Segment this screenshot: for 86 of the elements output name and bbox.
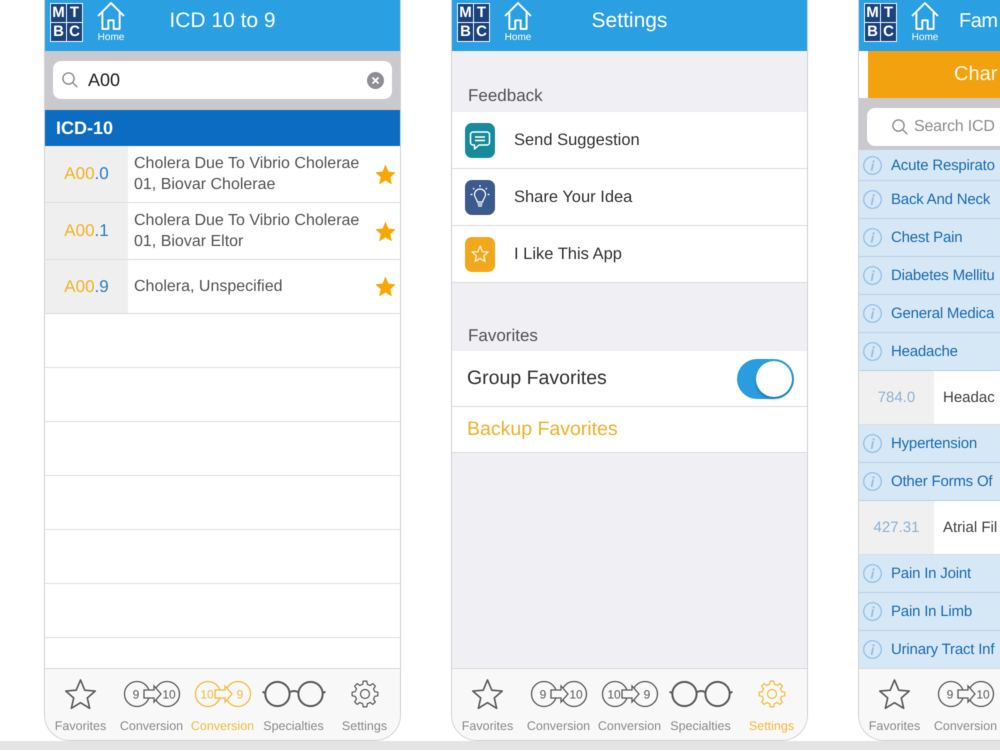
search-icon <box>62 72 78 88</box>
tab[interactable]: Settings <box>329 669 400 740</box>
info-icon <box>863 640 882 659</box>
logo-letter: M <box>51 4 66 22</box>
toggle-switch[interactable] <box>737 358 794 398</box>
info-icon <box>863 190 882 209</box>
toggle-label: Group Favorites <box>467 367 607 390</box>
section-title: Feedback <box>467 85 544 107</box>
star-icon <box>65 679 96 709</box>
favorite-star-icon[interactable] <box>376 222 395 240</box>
home-button[interactable]: Home <box>97 2 125 43</box>
section-title: Favorites <box>467 325 539 347</box>
screen-title: Settings <box>592 8 668 34</box>
home-button[interactable]: Home <box>911 2 939 43</box>
logo-letter: B <box>865 23 880 41</box>
info-icon <box>863 472 882 491</box>
settings-row[interactable]: I Like This App <box>452 226 807 283</box>
search-icon <box>892 119 908 135</box>
code-description: Atrial Fil <box>943 519 998 536</box>
search-field[interactable]: A00 <box>53 61 392 99</box>
code-cell: A00.9 <box>45 260 128 313</box>
logo-letter: C <box>67 23 82 41</box>
screen-title: ICD 10 to 9 <box>169 8 276 34</box>
category-row[interactable]: Chest Pain <box>859 219 1000 257</box>
tab[interactable]: Favorites <box>859 669 930 740</box>
home-button[interactable]: Home <box>504 2 532 43</box>
tab[interactable]: Favorites <box>452 669 523 740</box>
tab[interactable]: 9 10 Conversion <box>930 669 1000 740</box>
info-icon <box>863 156 882 174</box>
tab[interactable]: 9 10 Conversion <box>523 669 594 740</box>
glasses-icon <box>262 679 326 709</box>
code-description: Cholera, Unspecified <box>133 277 284 297</box>
category-row[interactable]: Hypertension <box>859 425 1000 463</box>
category-row[interactable]: General Medica <box>859 295 1000 333</box>
info-icon <box>863 342 882 361</box>
tab[interactable]: 9 10 Conversion <box>116 669 187 740</box>
star-icon <box>472 679 503 709</box>
house-icon <box>504 2 532 30</box>
glasses-icon <box>668 679 732 709</box>
category-row[interactable]: Diabetes Mellitu <box>859 257 1000 295</box>
logo-letter: M <box>865 4 880 22</box>
code-cell: A00.1 <box>45 203 128 259</box>
logo-letter: T <box>474 4 489 22</box>
code-cell: 784.0 <box>859 371 934 424</box>
code-cell: 427.31 <box>859 501 934 554</box>
category-row[interactable]: Back And Neck <box>859 181 1000 219</box>
logo-letter: T <box>67 4 82 22</box>
logo-letter: B <box>458 23 473 41</box>
info-icon <box>863 266 882 285</box>
info-icon <box>863 228 882 247</box>
tab[interactable]: 10 9 Conversion <box>594 669 665 740</box>
favorite-star-icon[interactable] <box>376 164 395 184</box>
info-icon <box>863 602 882 621</box>
settings-icon <box>350 679 378 709</box>
tab[interactable]: Favorites <box>45 669 116 740</box>
logo-letter: C <box>881 23 896 41</box>
settings-row[interactable]: Share Your Idea <box>452 169 807 226</box>
info-icon <box>863 564 882 583</box>
category-row[interactable]: Other Forms Of <box>859 463 1000 501</box>
settings-icon <box>758 679 786 709</box>
info-icon <box>863 304 882 323</box>
category-row[interactable]: Headache <box>859 333 1000 371</box>
house-icon <box>97 2 125 30</box>
code-description: Cholera Due To Vibrio Cholerae 01, Biovar Eltor <box>133 211 360 252</box>
code-description: Cholera Due To Vibrio Cholerae 01, Biovar Cholerae <box>133 154 360 195</box>
tab[interactable]: Specialties <box>665 669 736 740</box>
logo-letter: C <box>474 23 489 41</box>
star-icon <box>879 679 910 709</box>
tab[interactable]: Specialties <box>258 669 329 740</box>
logo-letter: T <box>881 4 896 22</box>
screen-title: Fam <box>959 9 998 34</box>
category-row[interactable]: Acute Respirato <box>859 150 1000 181</box>
category-row[interactable]: Pain In Limb <box>859 593 1000 631</box>
category-row[interactable]: Pain In Joint <box>859 555 1000 593</box>
info-icon <box>863 434 882 453</box>
settings-row[interactable]: Send Suggestion <box>452 112 807 169</box>
code-cell: A00.0 <box>45 146 128 202</box>
favorite-star-icon[interactable] <box>376 277 395 296</box>
logo-letter: B <box>51 23 66 41</box>
clear-icon[interactable] <box>367 72 384 88</box>
search-field[interactable]: Search ICD <box>867 108 1000 146</box>
logo-letter: M <box>458 4 473 22</box>
category-row[interactable]: Urinary Tract Inf <box>859 631 1000 668</box>
section-header: ICD-10 <box>45 110 400 146</box>
code-description: Headac <box>943 389 995 406</box>
house-icon <box>911 2 939 30</box>
